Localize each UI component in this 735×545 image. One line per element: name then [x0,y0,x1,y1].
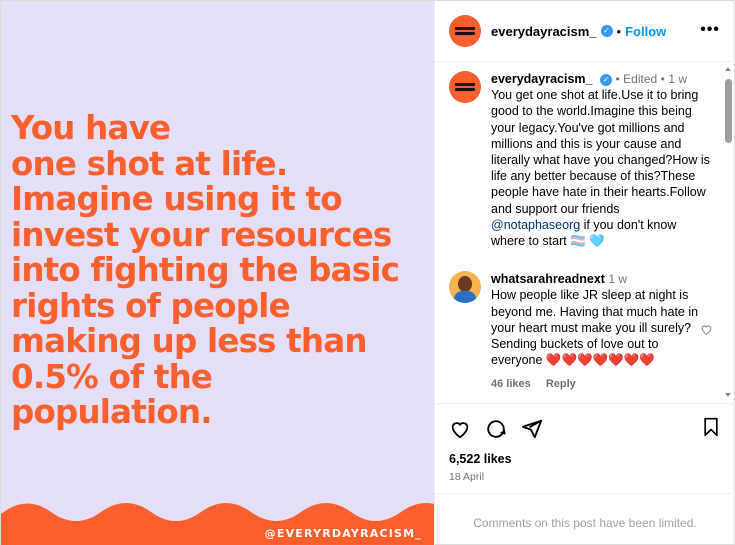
instagram-post-modal: You have one shot at life. Imagine using… [0,0,735,545]
caption: everydayracism_ ✓ • Edited • 1 w You get… [449,71,721,249]
share-icon[interactable] [521,418,543,440]
watermark-handle: @EVERYRDAYRACISM_ [264,527,422,540]
comment-likes[interactable]: 46 likes [491,378,531,390]
caption-body: everydayracism_ ✓ • Edited • 1 w You get… [491,71,711,249]
post-header: everydayracism_ ✓ • Follow ••• [435,1,735,62]
comment-item: whatsarahreadnext 1 w How people like JR… [449,271,721,392]
caption-text: You get one shot at life.Use it to bring… [491,88,710,216]
post-date[interactable]: 18 April [449,471,721,483]
comment-username[interactable]: whatsarahreadnext [491,272,605,286]
caption-username[interactable]: everydayracism_ [491,72,592,86]
avatar[interactable] [449,15,481,47]
caption-time[interactable]: 1 w [668,72,687,86]
caption-separator: • [660,72,665,86]
caption-emojis: 🏳️‍⚧️ 🩵 [570,234,605,249]
avatar[interactable] [449,71,481,103]
separator-dot: • [616,23,622,39]
header-username[interactable]: everydayracism_ [491,24,597,39]
likes-count[interactable]: 6,522 likes [449,452,721,466]
quote-line: one shot at life. [11,144,288,183]
verified-badge-icon: ✓ [599,73,612,86]
edited-label: Edited [623,72,658,86]
comment-time[interactable]: 1 w [608,272,627,286]
caption-separator: • [615,72,620,86]
comment-meta: 46 likes Reply [491,376,711,392]
quote-text: You have one shot at life. Imagine using… [11,109,431,431]
follow-button[interactable]: Follow [625,24,666,39]
avatar[interactable] [449,271,481,304]
quote-line: into fighting the basic [11,251,400,289]
like-icon[interactable] [449,418,471,440]
scrollbar[interactable] [725,67,732,397]
quote-line: You have [11,109,171,147]
side-panel: everydayracism_ ✓ • Follow ••• everydayr… [434,1,735,545]
quote-line: 0.5% of the [11,357,213,396]
comment-icon[interactable] [485,418,507,440]
quote-line: rights of people [11,286,291,325]
more-icon[interactable]: ••• [700,21,720,39]
comment-like-icon[interactable] [700,323,713,341]
verified-badge-icon: ✓ [600,25,613,37]
mention-link[interactable]: @notaphaseorg [491,218,580,232]
quote-line: making up less than [11,322,368,360]
comment-hearts: ❤️❤️❤️❤️❤️❤️❤️ [545,353,655,368]
scroll-up-icon[interactable] [725,67,731,71]
reply-button[interactable]: Reply [546,378,576,390]
bookmark-icon[interactable] [701,416,721,443]
post-image: You have one shot at life. Imagine using… [1,1,434,545]
action-icons [449,416,721,442]
quote-line: population. [11,393,213,431]
comment-body: whatsarahreadnext 1 w How people like JR… [491,271,711,392]
post-actions: 6,522 likes 18 April [435,403,735,483]
scrollbar-thumb[interactable] [725,79,732,143]
quote-line: invest your resources [11,215,392,254]
scroll-down-icon[interactable] [725,393,731,397]
comments-list[interactable]: everydayracism_ ✓ • Edited • 1 w You get… [435,63,735,403]
quote-line: Imagine using it to [11,180,343,218]
comments-limited-notice: Comments on this post have been limited. [435,493,735,545]
